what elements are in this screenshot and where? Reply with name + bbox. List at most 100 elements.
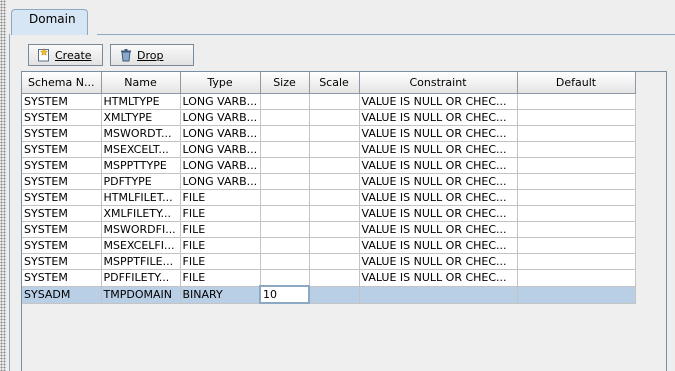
cell-scale[interactable] [309, 205, 360, 222]
cell-default[interactable] [517, 221, 636, 238]
cell-type[interactable]: BINARY [180, 286, 261, 304]
table-row[interactable]: SYSTEM PDFTYPE LONG VARB... VALUE IS NULL O… [22, 173, 636, 190]
cell-scale[interactable] [309, 173, 360, 190]
cell-constraint[interactable]: VALUE IS NULL OR CHEC... [359, 205, 518, 222]
cell-size[interactable] [260, 109, 310, 126]
cell-name[interactable]: MSWORDT... [101, 125, 181, 142]
cell-schema[interactable]: SYSTEM [22, 157, 102, 174]
tab-domain[interactable]: Domain [11, 9, 88, 35]
column-header-scale[interactable]: Scale [309, 72, 360, 94]
cell-type[interactable]: FILE [180, 205, 261, 222]
cell-scale[interactable] [309, 93, 360, 110]
cell-scale[interactable] [309, 109, 360, 126]
cell-type[interactable]: LONG VARB... [180, 157, 261, 174]
cell-name[interactable]: TMPDOMAIN [101, 286, 181, 304]
cell-constraint[interactable]: VALUE IS NULL OR CHEC... [359, 125, 518, 142]
cell-schema[interactable]: SYSTEM [22, 189, 102, 206]
cell-constraint[interactable]: VALUE IS NULL OR CHEC... [359, 189, 518, 206]
cell-default[interactable] [517, 237, 636, 254]
cell-schema[interactable]: SYSTEM [22, 269, 102, 287]
cell-constraint[interactable]: VALUE IS NULL OR CHEC... [359, 221, 518, 238]
cell-type[interactable]: LONG VARB... [180, 173, 261, 190]
table-row[interactable]: SYSTEM XMLTYPE LONG VARB... VALUE IS NULL O… [22, 109, 636, 126]
table-row[interactable]: SYSTEM MSPPTFILE... FILE VALUE IS NULL OR C… [22, 253, 636, 270]
cell-constraint[interactable] [359, 286, 518, 304]
cell-size[interactable] [260, 205, 310, 222]
table-row[interactable]: SYSTEM XMLFILETY... FILE VALUE IS NULL OR C… [22, 205, 636, 222]
cell-name[interactable]: HTMLFILET... [101, 189, 181, 206]
cell-size[interactable] [260, 141, 310, 158]
cell-default[interactable] [517, 125, 636, 142]
cell-schema[interactable]: SYSTEM [22, 93, 102, 110]
cell-name[interactable]: MSPPTFILE... [101, 253, 181, 270]
cell-name[interactable]: XMLFILETY... [101, 205, 181, 222]
cell-schema[interactable]: SYSTEM [22, 141, 102, 158]
drop-button[interactable]: Drop [110, 44, 194, 66]
cell-constraint[interactable]: VALUE IS NULL OR CHEC... [359, 237, 518, 254]
cell-size[interactable] [260, 269, 310, 287]
create-button[interactable]: Create [28, 44, 103, 66]
cell-constraint[interactable]: VALUE IS NULL OR CHEC... [359, 269, 518, 287]
cell-type[interactable]: FILE [180, 237, 261, 254]
cell-type[interactable]: LONG VARB... [180, 109, 261, 126]
cell-type[interactable]: LONG VARB... [180, 141, 261, 158]
column-header-schema[interactable]: Schema N... [22, 72, 102, 94]
cell-schema[interactable]: SYSTEM [22, 173, 102, 190]
domain-table-viewport[interactable]: Schema N... Name Type Size Scale Constra… [21, 71, 667, 371]
cell-default[interactable] [517, 269, 636, 287]
cell-scale[interactable] [309, 125, 360, 142]
cell-name[interactable]: MSEXCELFI... [101, 237, 181, 254]
column-header-default[interactable]: Default [517, 72, 636, 94]
cell-name[interactable]: MSEXCELT... [101, 141, 181, 158]
table-row[interactable]: SYSTEM HTMLTYPE LONG VARB... VALUE IS NULL … [22, 93, 636, 110]
cell-size[interactable] [260, 157, 310, 174]
cell-schema[interactable]: SYSTEM [22, 205, 102, 222]
cell-type[interactable]: FILE [180, 221, 261, 238]
cell-default[interactable] [517, 141, 636, 158]
cell-size[interactable] [260, 221, 310, 238]
cell-scale[interactable] [309, 221, 360, 238]
cell-size[interactable] [260, 173, 310, 190]
cell-default[interactable] [517, 93, 636, 110]
cell-size[interactable] [260, 93, 310, 110]
table-row[interactable]: SYSTEM MSEXCELFI... FILE VALUE IS NULL OR C… [22, 237, 636, 254]
table-row[interactable]: SYSTEM MSPPTTYPE LONG VARB... VALUE IS NULL… [22, 157, 636, 174]
cell-type[interactable]: LONG VARB... [180, 93, 261, 110]
cell-default[interactable] [517, 173, 636, 190]
cell-default[interactable] [517, 157, 636, 174]
cell-name[interactable]: MSPPTTYPE [101, 157, 181, 174]
cell-scale[interactable] [309, 253, 360, 270]
cell-type[interactable]: FILE [180, 253, 261, 270]
cell-name[interactable]: PDFFILETY... [101, 269, 181, 287]
cell-constraint[interactable]: VALUE IS NULL OR CHEC... [359, 157, 518, 174]
cell-name[interactable]: HTMLTYPE [101, 93, 181, 110]
cell-schema[interactable]: SYSADM [22, 286, 102, 304]
cell-size[interactable] [260, 237, 310, 254]
table-row[interactable]: SYSTEM PDFFILETY... FILE VALUE IS NULL OR C… [22, 269, 636, 287]
cell-size[interactable] [260, 253, 310, 270]
cell-type[interactable]: FILE [180, 189, 261, 206]
cell-schema[interactable]: SYSTEM [22, 221, 102, 238]
column-header-size[interactable]: Size [260, 72, 310, 94]
cell-constraint[interactable]: VALUE IS NULL OR CHEC... [359, 93, 518, 110]
cell-size[interactable] [260, 125, 310, 142]
left-dock-grip[interactable] [0, 0, 6, 371]
cell-scale[interactable] [309, 286, 360, 304]
cell-default[interactable] [517, 205, 636, 222]
cell-type[interactable]: LONG VARB... [180, 125, 261, 142]
cell-scale[interactable] [309, 189, 360, 206]
table-row[interactable]: SYSTEM MSWORDFI... FILE VALUE IS NULL OR CH… [22, 221, 636, 238]
cell-schema[interactable]: SYSTEM [22, 109, 102, 126]
cell-name[interactable]: PDFTYPE [101, 173, 181, 190]
cell-type[interactable]: FILE [180, 269, 261, 287]
column-header-type[interactable]: Type [180, 72, 261, 94]
cell-scale[interactable] [309, 157, 360, 174]
cell-default[interactable] [517, 286, 636, 304]
table-row[interactable]: SYSTEM HTMLFILET... FILE VALUE IS NULL OR C… [22, 189, 636, 206]
table-row[interactable]: SYSTEM MSWORDT... LONG VARB... VALUE IS NUL… [22, 125, 636, 142]
cell-scale[interactable] [309, 141, 360, 158]
cell-scale[interactable] [309, 269, 360, 287]
cell-default[interactable] [517, 189, 636, 206]
cell-default[interactable] [517, 109, 636, 126]
cell-schema[interactable]: SYSTEM [22, 237, 102, 254]
